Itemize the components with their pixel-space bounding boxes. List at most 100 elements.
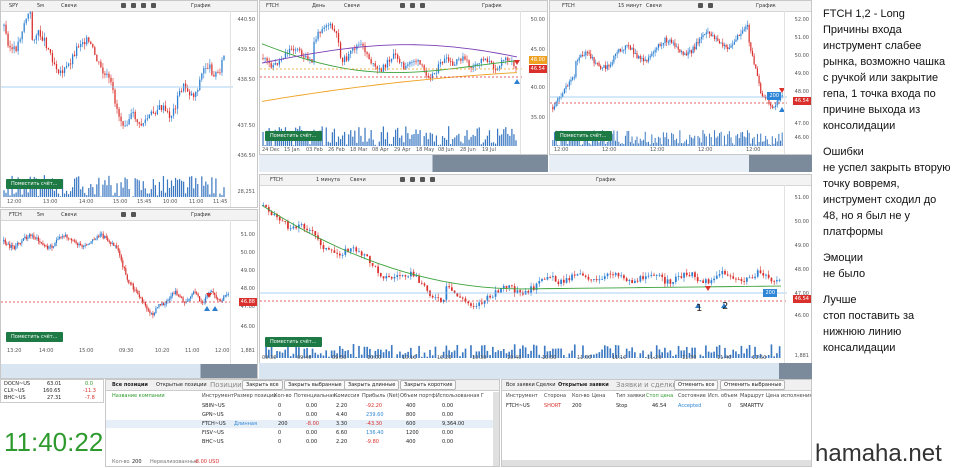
cell-vol: 1200 bbox=[406, 429, 419, 437]
candle bbox=[172, 292, 173, 298]
timeframe-select[interactable]: День bbox=[312, 1, 325, 11]
zoom-icon[interactable] bbox=[420, 177, 425, 182]
col-header[interactable]: Прибыль (Net) bbox=[362, 392, 400, 400]
chart-panel-ftch-1m[interactable]: FTCH 1 минута Свечи График 51.00 50.00 4… bbox=[259, 174, 812, 379]
add-account-button[interactable]: Поместить счёт... bbox=[265, 131, 322, 141]
timeframe-select[interactable]: 5м bbox=[37, 210, 44, 220]
zoom-icon[interactable] bbox=[420, 3, 425, 8]
cursor-icon[interactable] bbox=[121, 3, 126, 8]
candle bbox=[696, 39, 697, 50]
horizontal-scrollbar[interactable] bbox=[502, 460, 811, 466]
cursor-icon[interactable] bbox=[400, 177, 405, 182]
add-account-button[interactable]: Поместить счёт... bbox=[6, 332, 63, 342]
candle bbox=[112, 241, 113, 246]
cursor-icon[interactable] bbox=[698, 3, 703, 8]
table-row[interactable]: BHC~US00.002.20-9.804000.00 bbox=[106, 438, 499, 446]
chart-type-select[interactable]: Свечи bbox=[61, 1, 77, 11]
settings-icon[interactable] bbox=[151, 3, 156, 8]
col-header[interactable]: Название компании bbox=[112, 392, 165, 400]
add-account-button[interactable]: Поместить счёт... bbox=[555, 131, 612, 141]
col-header[interactable]: Цена исполнения bbox=[766, 392, 812, 400]
symbol-field[interactable]: SPY bbox=[9, 1, 18, 11]
chart-type-select[interactable]: Свечи bbox=[646, 1, 662, 11]
col-header[interactable]: Кол-во bbox=[572, 392, 590, 400]
zoom-icon[interactable] bbox=[141, 3, 146, 8]
chart-label: График bbox=[191, 1, 211, 11]
close-all-button[interactable]: Закрыть все bbox=[242, 380, 283, 390]
draw-icon[interactable] bbox=[410, 3, 415, 8]
cursor-icon[interactable] bbox=[400, 3, 405, 8]
timeframe-select[interactable]: 1 минута bbox=[316, 175, 340, 185]
draw-icon[interactable] bbox=[708, 3, 713, 8]
symbol-field[interactable]: FTCH bbox=[9, 210, 22, 220]
close-long-button[interactable]: Закрыть длинные bbox=[344, 380, 399, 390]
chart-panel-ftch-15m[interactable]: FTCH 15 минут Свечи График 52.00 51.00 5… bbox=[549, 0, 812, 155]
col-header[interactable]: Состояние bbox=[678, 392, 706, 400]
close-short-button[interactable]: Закрыть короткие bbox=[400, 380, 456, 390]
plot-area[interactable] bbox=[1, 11, 257, 207]
candle bbox=[146, 304, 147, 312]
candle bbox=[103, 231, 104, 239]
candle bbox=[717, 35, 718, 41]
col-header[interactable]: Сторона bbox=[544, 392, 566, 400]
tab-trades[interactable]: Сделки bbox=[536, 380, 556, 390]
vertical-scrollbar[interactable] bbox=[493, 392, 499, 466]
horizontal-scrollbar[interactable] bbox=[259, 363, 812, 379]
list-item[interactable]: BHC~US 27.31 -7.8 bbox=[1, 394, 103, 402]
cancel-selected-button[interactable]: Отменить выбранные bbox=[720, 380, 785, 390]
order-qty-tag[interactable]: 200 bbox=[763, 289, 777, 297]
col-header[interactable]: Инструмент bbox=[202, 392, 234, 400]
add-account-button[interactable]: Поместить счёт... bbox=[6, 179, 63, 189]
plot-area[interactable] bbox=[260, 185, 811, 378]
table-row[interactable]: GPN~US00.004.40239.608000.00 bbox=[106, 411, 499, 419]
settings-icon[interactable] bbox=[430, 177, 435, 182]
symbol-field[interactable]: FTCH bbox=[562, 1, 575, 11]
timeframe-select[interactable]: 5м bbox=[37, 1, 44, 11]
horizontal-scrollbar[interactable] bbox=[259, 155, 548, 172]
col-header[interactable]: Кол-во bbox=[274, 392, 292, 400]
price-tick: 48.00 bbox=[795, 89, 809, 95]
cancel-all-button[interactable]: Отменить все bbox=[674, 380, 718, 390]
close-selected-button[interactable]: Закрыть выбранные bbox=[284, 380, 346, 390]
candle bbox=[368, 52, 369, 59]
col-header[interactable]: Размер позиции bbox=[234, 392, 277, 400]
col-header[interactable]: Исп. объем bbox=[708, 392, 737, 400]
tab-all-orders[interactable]: Все заявки bbox=[506, 380, 535, 390]
draw-icon[interactable] bbox=[131, 212, 136, 217]
cursor-icon[interactable] bbox=[121, 212, 126, 217]
chart-panel-ftch-day[interactable]: FTCH День Свечи График 50.00 45.00 40.00… bbox=[259, 0, 548, 155]
tab-all-positions[interactable]: Все позиции bbox=[112, 380, 148, 390]
table-row[interactable]: FTCH~US SHORT 200 Stop 46.54 Accepted 0 … bbox=[502, 402, 811, 410]
symbol-field[interactable]: FTCH bbox=[270, 175, 283, 185]
candle bbox=[739, 34, 740, 36]
col-header[interactable]: Стоп цена bbox=[646, 392, 673, 400]
col-header[interactable]: Цена bbox=[592, 392, 605, 400]
col-header[interactable]: Объем портф. bbox=[400, 392, 437, 400]
col-header[interactable]: Маршрут bbox=[740, 392, 764, 400]
col-header[interactable]: Комиссия bbox=[334, 392, 359, 400]
order-qty-tag[interactable]: 200 bbox=[767, 92, 781, 100]
draw-icon[interactable] bbox=[410, 177, 415, 182]
tab-open-positions[interactable]: Открытые позиции bbox=[156, 380, 207, 390]
horizontal-scrollbar[interactable] bbox=[1, 364, 257, 378]
symbol-field[interactable]: FTCH bbox=[266, 1, 279, 11]
add-account-button[interactable]: Поместить счёт... bbox=[265, 337, 322, 347]
horizontal-scrollbar[interactable] bbox=[549, 155, 812, 172]
chart-type-select[interactable]: Свечи bbox=[61, 210, 77, 220]
timeframe-select[interactable]: 15 минут bbox=[618, 1, 642, 11]
candle bbox=[161, 302, 162, 306]
chart-type-select[interactable]: Свечи bbox=[344, 1, 360, 11]
candle bbox=[69, 239, 70, 240]
table-row[interactable]: FTCH~USДлинная200-8.003.30-43.306009,364… bbox=[106, 420, 499, 428]
chart-panel-ftch-5m[interactable]: FTCH 5м Свечи График 51.00 50.00 49.00 4… bbox=[0, 209, 258, 379]
col-header[interactable]: Инструмент bbox=[506, 392, 538, 400]
chart-type-select[interactable]: Свечи bbox=[350, 175, 366, 185]
candle bbox=[62, 234, 63, 239]
chart-panel-spy[interactable]: SPY 5м Свечи График 440.50 439.50 438.50… bbox=[0, 0, 258, 208]
col-header[interactable]: Тип заявки bbox=[616, 392, 645, 400]
col-header[interactable]: Использованная Г bbox=[436, 392, 484, 400]
table-row[interactable]: FISV~US00.006.60136.4012000.00 bbox=[106, 429, 499, 437]
draw-icon[interactable] bbox=[131, 3, 136, 8]
tab-open-orders[interactable]: Открытые заявки bbox=[558, 380, 609, 390]
table-row[interactable]: SBIN~US00.002.20-92.204000.00 bbox=[106, 402, 499, 410]
